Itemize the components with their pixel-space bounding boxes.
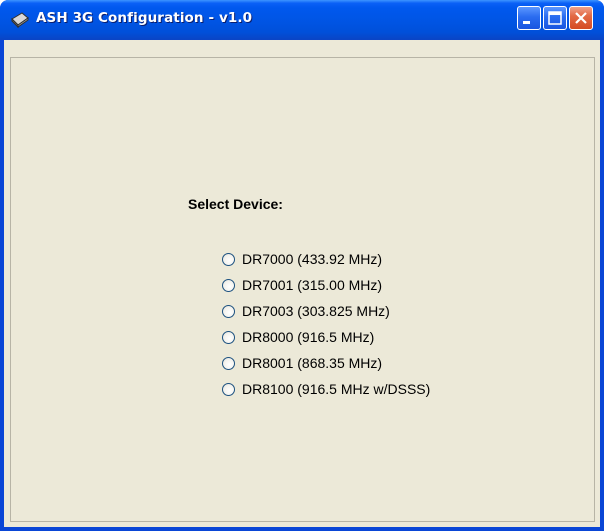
radio-button[interactable]	[222, 304, 235, 318]
minimize-icon	[523, 21, 530, 24]
device-option-dr7003[interactable]: DR7003 (303.825 MHz)	[222, 298, 430, 324]
select-device-label: Select Device:	[188, 196, 283, 212]
close-button[interactable]	[569, 6, 593, 30]
title-bar[interactable]: ASH 3G Configuration - v1.0	[0, 0, 604, 40]
device-option-label[interactable]: DR8000 (916.5 MHz)	[242, 329, 374, 345]
maximize-icon	[548, 11, 562, 25]
close-icon	[575, 12, 587, 24]
device-option-label[interactable]: DR8001 (868.35 MHz)	[242, 355, 382, 371]
app-window: ASH 3G Configuration - v1.0 Select Devic…	[0, 0, 604, 531]
radio-button[interactable]	[222, 252, 235, 266]
device-option-label[interactable]: DR7000 (433.92 MHz)	[242, 251, 382, 267]
device-option-dr7001[interactable]: DR7001 (315.00 MHz)	[222, 272, 430, 298]
device-option-dr8100[interactable]: DR8100 (916.5 MHz w/DSSS)	[222, 376, 430, 402]
device-option-dr8001[interactable]: DR8001 (868.35 MHz)	[222, 350, 430, 376]
minimize-button[interactable]	[517, 6, 541, 30]
device-option-dr7000[interactable]: DR7000 (433.92 MHz)	[222, 246, 430, 272]
device-option-label[interactable]: DR8100 (916.5 MHz w/DSSS)	[242, 381, 430, 397]
device-radio-group: DR7000 (433.92 MHz) DR7001 (315.00 MHz) …	[222, 246, 430, 402]
radio-button[interactable]	[222, 330, 235, 344]
radio-button[interactable]	[222, 382, 235, 396]
device-option-dr8000[interactable]: DR8000 (916.5 MHz)	[222, 324, 430, 350]
device-selection-panel: Select Device: DR7000 (433.92 MHz) DR700…	[10, 57, 595, 522]
window-title: ASH 3G Configuration - v1.0	[36, 10, 253, 26]
app-icon	[10, 11, 30, 29]
maximize-button[interactable]	[543, 6, 567, 30]
radio-button[interactable]	[222, 278, 235, 292]
device-option-label[interactable]: DR7003 (303.825 MHz)	[242, 303, 390, 319]
client-area: Select Device: DR7000 (433.92 MHz) DR700…	[4, 40, 600, 527]
radio-button[interactable]	[222, 356, 235, 370]
device-option-label[interactable]: DR7001 (315.00 MHz)	[242, 277, 382, 293]
